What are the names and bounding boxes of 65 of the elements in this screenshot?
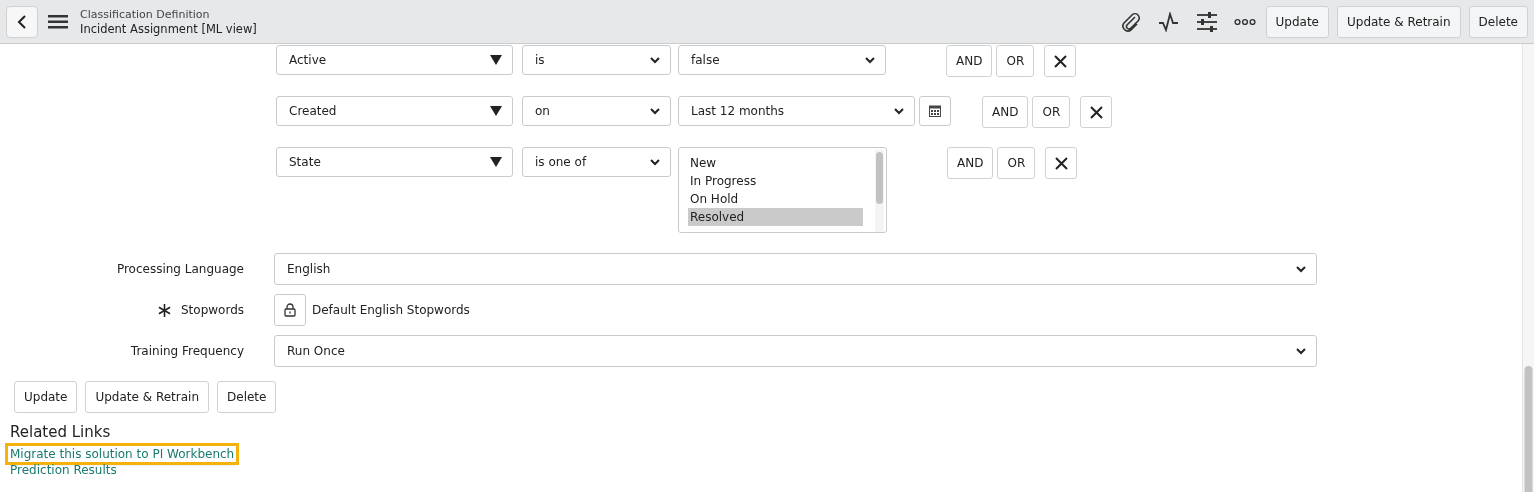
close-icon	[1054, 156, 1068, 170]
calendar-button[interactable]	[919, 96, 951, 126]
sliders-icon[interactable]	[1195, 11, 1218, 32]
form-button[interactable]: Update & Retrain	[85, 381, 210, 413]
operator-select[interactable]: is	[522, 45, 671, 75]
operator-select[interactable]: on	[522, 96, 671, 126]
activity-icon[interactable]	[1157, 11, 1180, 32]
list-option[interactable]: On Hold	[688, 190, 863, 208]
list-option[interactable]: New	[688, 154, 863, 172]
section-heading: Related Links	[10, 423, 111, 441]
remove-condition-button[interactable]	[1080, 96, 1113, 128]
field-label: Processing Language	[116, 262, 244, 276]
list-option[interactable]: In Progress	[688, 172, 863, 190]
paperclip-icon[interactable]	[1119, 10, 1142, 33]
condition-button[interactable]: OR	[1032, 96, 1071, 128]
field-label: Training Frequency	[130, 344, 244, 358]
header-button[interactable]: Update & Retrain	[1337, 5, 1461, 38]
related-link[interactable]: Prediction Results	[10, 462, 117, 478]
field-label: Stopwords	[180, 303, 244, 317]
lock-button[interactable]	[274, 294, 306, 326]
header-button[interactable]: Update	[1265, 5, 1329, 38]
calendar-icon	[929, 105, 941, 117]
chevron-down-icon	[650, 56, 660, 64]
value-select[interactable]: Last 12 months	[678, 96, 915, 126]
form-button[interactable]: Delete	[217, 381, 277, 413]
page-scrollbar-drawing[interactable]	[1522, 44, 1534, 492]
condition-button[interactable]: OR	[996, 45, 1035, 77]
scrollbar-drawing[interactable]	[875, 150, 884, 232]
condition-button[interactable]: AND	[947, 147, 994, 179]
triangle-down-icon	[490, 157, 502, 167]
triangle-down-icon	[490, 106, 502, 116]
record-title: Incident Assignment [ML view]	[80, 21, 257, 36]
chevron-down-icon	[650, 107, 660, 115]
condition-button[interactable]: OR	[997, 147, 1036, 179]
header-button[interactable]: Delete	[1468, 5, 1528, 38]
chevron-down-icon	[650, 158, 660, 166]
form-button[interactable]: Update	[14, 381, 78, 413]
chevron-down-icon	[865, 56, 875, 64]
menu-icon[interactable]	[48, 14, 68, 29]
chevron-left-icon	[17, 13, 27, 30]
related-link[interactable]: Migrate this solution to PI Workbench	[8, 446, 237, 462]
close-icon	[1089, 105, 1103, 119]
chevron-down-icon	[1296, 347, 1306, 355]
condition-button[interactable]: AND	[982, 96, 1029, 128]
chevron-down-icon	[894, 107, 904, 115]
lock-icon	[284, 303, 296, 317]
dropdown-field[interactable]: English	[274, 253, 1317, 285]
field-select[interactable]: Active	[276, 45, 513, 75]
field-select[interactable]: State	[276, 147, 513, 177]
value-list-box[interactable]: New In Progress On Hold Resolved	[678, 147, 887, 233]
chevron-down-icon	[1296, 265, 1306, 273]
remove-condition-button[interactable]	[1044, 45, 1077, 77]
field-select[interactable]: Created	[276, 96, 513, 126]
triangle-down-icon	[490, 55, 502, 65]
form-type-label: Classification Definition	[80, 7, 211, 22]
field-value: Default English Stopwords	[312, 303, 470, 317]
operator-select[interactable]: is one of	[522, 147, 671, 177]
remove-condition-button[interactable]	[1045, 147, 1078, 179]
dropdown-field[interactable]: Run Once	[274, 335, 1317, 367]
list-option[interactable]: Resolved	[688, 208, 863, 226]
condition-button[interactable]: AND	[946, 45, 993, 77]
back-button[interactable]	[6, 5, 38, 38]
close-icon	[1053, 54, 1067, 68]
value-select[interactable]: false	[678, 45, 886, 75]
more-options-icon[interactable]	[1233, 17, 1256, 26]
